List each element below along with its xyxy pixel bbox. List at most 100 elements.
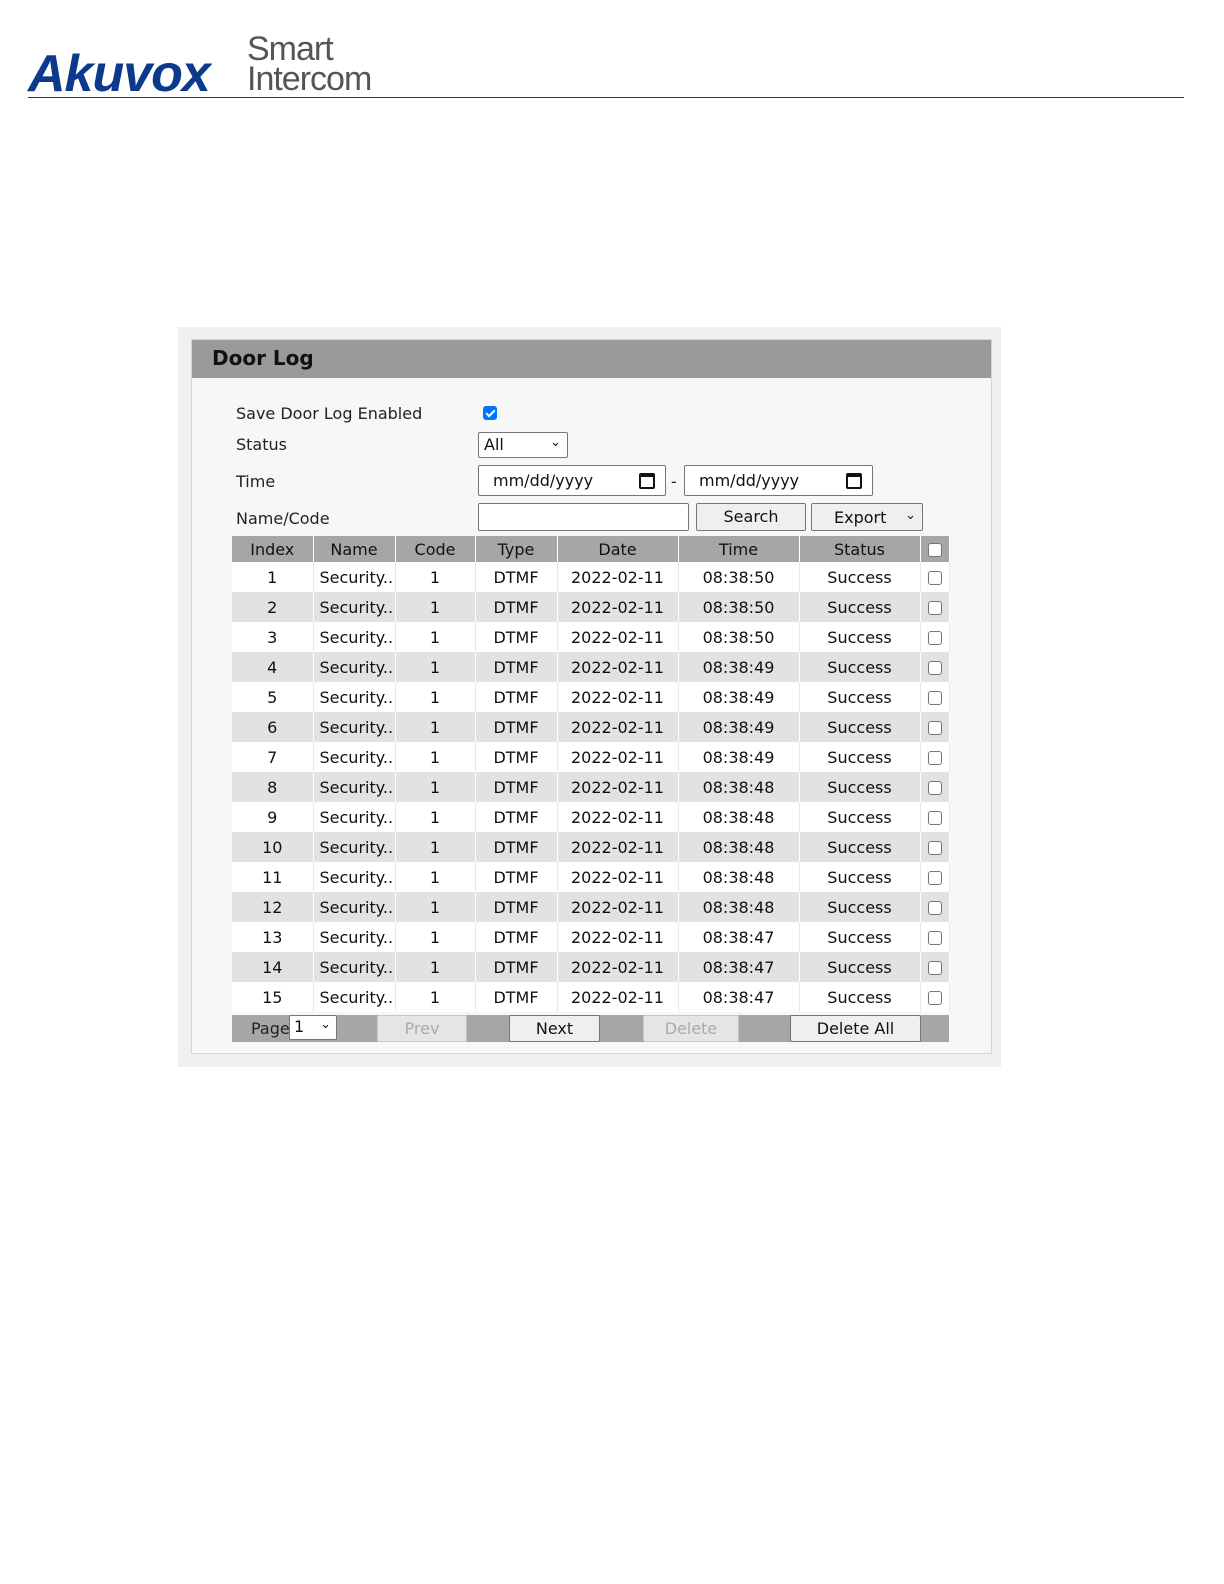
- table-header-row: Index Name Code Type Date Time Status: [232, 536, 950, 562]
- cell-status: Success: [799, 712, 921, 742]
- row-checkbox[interactable]: [927, 721, 942, 735]
- delete-button[interactable]: Delete: [643, 1015, 739, 1042]
- cell-name: Security..: [313, 622, 396, 652]
- cell-date: 2022-02-11: [557, 712, 679, 742]
- name-code-input[interactable]: [478, 503, 689, 531]
- cell-select: [920, 592, 950, 622]
- row-checkbox[interactable]: [927, 601, 942, 615]
- cell-index: 1: [232, 562, 314, 592]
- table-row: 6 Security.. 1 DTMF 2022-02-11 08:38:49 Succes…: [232, 712, 950, 742]
- save-door-log-label: Save Door Log Enabled: [236, 404, 423, 423]
- table-row: 9 Security.. 1 DTMF 2022-02-11 08:38:48 Succes…: [232, 802, 950, 832]
- cell-index: 7: [232, 742, 314, 772]
- header-divider: [28, 97, 1184, 98]
- cell-code: 1: [395, 952, 476, 982]
- table-row: 13 Security.. 1 DTMF 2022-02-11 08:38:47 Succe…: [232, 922, 950, 952]
- date-from-input[interactable]: mm/dd/yyyy: [478, 465, 666, 496]
- prev-button[interactable]: Prev: [377, 1015, 467, 1042]
- cell-status: Success: [799, 562, 921, 592]
- cell-type: DTMF: [475, 652, 558, 682]
- cell-code: 1: [395, 862, 476, 892]
- cell-date: 2022-02-11: [557, 652, 679, 682]
- cell-select: [920, 682, 950, 712]
- cell-time: 08:38:47: [678, 982, 800, 1012]
- cell-type: DTMF: [475, 742, 558, 772]
- cell-select: [920, 892, 950, 922]
- delete-all-button[interactable]: Delete All: [790, 1015, 921, 1042]
- cell-time: 08:38:49: [678, 652, 800, 682]
- cell-date: 2022-02-11: [557, 772, 679, 802]
- cell-name: Security..: [313, 562, 396, 592]
- cell-time: 08:38:50: [678, 592, 800, 622]
- cell-type: DTMF: [475, 982, 558, 1012]
- cell-status: Success: [799, 862, 921, 892]
- cell-code: 1: [395, 712, 476, 742]
- cell-date: 2022-02-11: [557, 862, 679, 892]
- calendar-icon[interactable]: [639, 473, 655, 489]
- row-checkbox[interactable]: [927, 871, 942, 885]
- search-button[interactable]: Search: [696, 503, 806, 531]
- row-checkbox[interactable]: [927, 631, 942, 645]
- cell-type: DTMF: [475, 712, 558, 742]
- name-code-label: Name/Code: [236, 509, 330, 528]
- status-select[interactable]: All ⌄: [478, 432, 568, 458]
- table-row: 12 Security.. 1 DTMF 2022-02-11 08:38:48 Succe…: [232, 892, 950, 922]
- table-row: 15 Security.. 1 DTMF 2022-02-11 08:38:47 Succe…: [232, 982, 950, 1012]
- cell-date: 2022-02-11: [557, 922, 679, 952]
- chevron-down-icon: ⌄: [320, 1017, 331, 1032]
- table-row: 2 Security.. 1 DTMF 2022-02-11 08:38:50 Succes…: [232, 592, 950, 622]
- cell-status: Success: [799, 682, 921, 712]
- row-checkbox[interactable]: [927, 991, 942, 1005]
- cell-name: Security..: [313, 982, 396, 1012]
- row-checkbox[interactable]: [927, 841, 942, 855]
- cell-code: 1: [395, 892, 476, 922]
- cell-date: 2022-02-11: [557, 592, 679, 622]
- select-all-cell: [920, 536, 950, 562]
- cell-index: 9: [232, 802, 314, 832]
- cell-index: 14: [232, 952, 314, 982]
- cell-name: Security..: [313, 922, 396, 952]
- row-checkbox[interactable]: [927, 961, 942, 975]
- cell-status: Success: [799, 982, 921, 1012]
- next-button[interactable]: Next: [509, 1015, 600, 1042]
- save-door-log-checkbox[interactable]: [483, 406, 497, 420]
- cell-index: 15: [232, 982, 314, 1012]
- cell-type: DTMF: [475, 772, 558, 802]
- row-checkbox[interactable]: [927, 811, 942, 825]
- cell-index: 13: [232, 922, 314, 952]
- cell-select: [920, 712, 950, 742]
- cell-index: 3: [232, 622, 314, 652]
- status-label: Status: [236, 435, 287, 454]
- date-from-placeholder: mm/dd/yyyy: [493, 471, 594, 490]
- cell-select: [920, 982, 950, 1012]
- cell-code: 1: [395, 622, 476, 652]
- table-row: 4 Security.. 1 DTMF 2022-02-11 08:38:49 Succes…: [232, 652, 950, 682]
- row-checkbox[interactable]: [927, 691, 942, 705]
- row-checkbox[interactable]: [927, 931, 942, 945]
- select-all-checkbox[interactable]: [927, 543, 942, 557]
- chevron-down-icon: ⌄: [905, 508, 916, 523]
- cell-index: 5: [232, 682, 314, 712]
- cell-code: 1: [395, 682, 476, 712]
- row-checkbox[interactable]: [927, 571, 942, 585]
- row-checkbox[interactable]: [927, 901, 942, 915]
- table-row: 1 Security.. 1 DTMF 2022-02-11 08:38:50 Succes…: [232, 562, 950, 592]
- page-select-value: 1: [294, 1017, 305, 1036]
- export-select-label: Export: [834, 508, 887, 527]
- cell-date: 2022-02-11: [557, 982, 679, 1012]
- row-checkbox[interactable]: [927, 751, 942, 765]
- cell-name: Security..: [313, 802, 396, 832]
- table-row: 10 Security.. 1 DTMF 2022-02-11 08:38:48 Succe…: [232, 832, 950, 862]
- page-select[interactable]: 1 ⌄: [289, 1015, 337, 1040]
- row-checkbox[interactable]: [927, 781, 942, 795]
- door-log-table: Index Name Code Type Date Time Status 1S…: [232, 536, 950, 1012]
- column-header-date: Date: [557, 536, 679, 562]
- cell-type: DTMF: [475, 892, 558, 922]
- date-to-input[interactable]: mm/dd/yyyy: [684, 465, 873, 496]
- row-checkbox[interactable]: [927, 661, 942, 675]
- export-select[interactable]: Export ⌄: [811, 503, 923, 531]
- cell-type: DTMF: [475, 682, 558, 712]
- calendar-icon[interactable]: [846, 473, 862, 489]
- cell-type: DTMF: [475, 922, 558, 952]
- cell-code: 1: [395, 982, 476, 1012]
